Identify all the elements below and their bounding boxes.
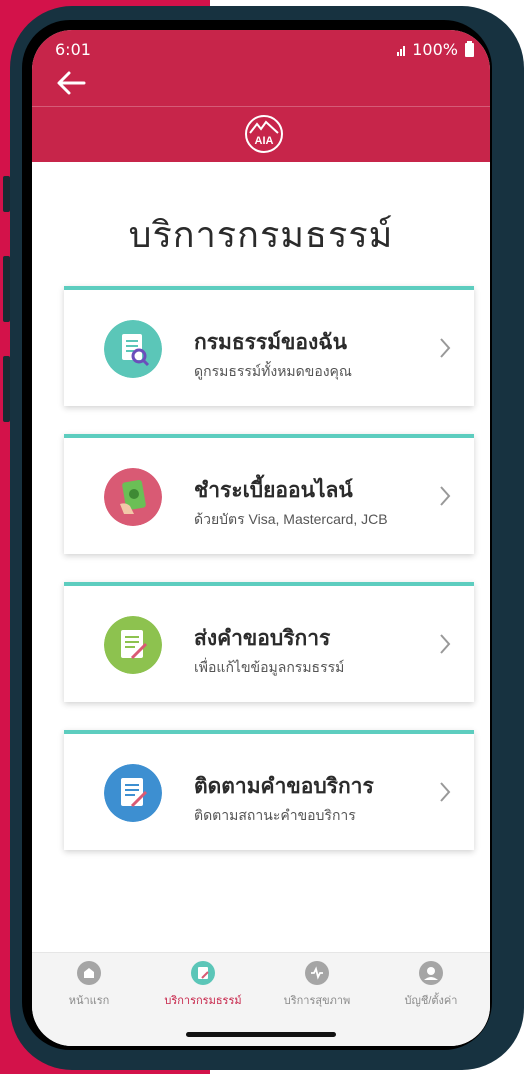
card-subtitle: เพื่อแก้ไขข้อมูลกรมธรรม์ — [194, 659, 345, 675]
app-bar: 6:01 100% — [32, 30, 490, 106]
main-content: บริการกรมธรรม์ กรมธรรม์ของฉัน ดูกรมธรรม์… — [32, 162, 490, 952]
page-title: บริการกรมธรรม์ — [128, 214, 394, 255]
card-track-request[interactable]: ติดตามคำขอบริการ ติดตามสถานะคำขอบริการ — [64, 730, 474, 850]
policy-service-icon — [191, 961, 215, 985]
card-subtitle: ด้วยบัตร Visa, Mastercard, JCB — [194, 511, 388, 527]
aia-logo: AIA — [245, 115, 283, 153]
payment-icon — [104, 468, 162, 526]
card-subtitle: ติดตามสถานะคำขอบริการ — [194, 807, 356, 823]
volume-up-button — [3, 256, 10, 322]
tab-label: บริการสุขภาพ — [283, 995, 351, 1007]
side-button — [3, 176, 10, 212]
chevron-right-icon — [440, 634, 451, 654]
svg-text:AIA: AIA — [255, 135, 274, 147]
phone-screen: 6:01 100% AIA บริการกรมธรรม์ กรมธรรม์ของ… — [32, 30, 490, 1046]
home-indicator[interactable] — [186, 1032, 336, 1037]
card-pay-online[interactable]: ชำระเบี้ยออนไลน์ ด้วยบัตร Visa, Masterca… — [64, 434, 474, 554]
battery-label: 100% — [412, 40, 458, 59]
card-title: ส่งคำขอบริการ — [194, 627, 331, 650]
battery-icon — [465, 40, 474, 57]
request-form-icon — [104, 616, 162, 674]
signal-icon — [397, 44, 406, 56]
tab-label: หน้าแรก — [68, 995, 110, 1007]
account-icon — [419, 961, 443, 985]
home-icon — [77, 961, 101, 985]
chevron-right-icon — [440, 338, 451, 358]
status-indicators: 100% — [397, 40, 474, 59]
tab-label: บริการกรมธรรม์ — [164, 995, 242, 1007]
card-title: กรมธรรม์ของฉัน — [194, 331, 347, 354]
tab-home[interactable]: หน้าแรก — [32, 961, 146, 1009]
tab-label: บัญชี/ตั้งค่า — [404, 995, 458, 1007]
tab-account-settings[interactable]: บัญชี/ตั้งค่า — [374, 961, 488, 1009]
card-title: ชำระเบี้ยออนไลน์ — [194, 479, 353, 502]
card-title: ติดตามคำขอบริการ — [194, 775, 374, 798]
policy-search-icon — [104, 320, 162, 378]
chevron-right-icon — [440, 486, 451, 506]
status-time: 6:01 — [55, 40, 91, 59]
track-request-icon — [104, 764, 162, 822]
tab-health-service[interactable]: บริการสุขภาพ — [260, 961, 374, 1009]
card-submit-request[interactable]: ส่งคำขอบริการ เพื่อแก้ไขข้อมูลกรมธรรม์ — [64, 582, 474, 702]
chevron-right-icon — [440, 782, 451, 802]
tab-policy-service[interactable]: บริการกรมธรรม์ — [146, 961, 260, 1009]
logo-bar: AIA — [32, 106, 490, 163]
back-arrow-icon[interactable] — [54, 68, 88, 98]
card-my-policy[interactable]: กรมธรรม์ของฉัน ดูกรมธรรม์ทั้งหมดของคุณ — [64, 286, 474, 406]
volume-down-button — [3, 356, 10, 422]
card-subtitle: ดูกรมธรรม์ทั้งหมดของคุณ — [194, 363, 352, 379]
health-icon — [305, 961, 329, 985]
